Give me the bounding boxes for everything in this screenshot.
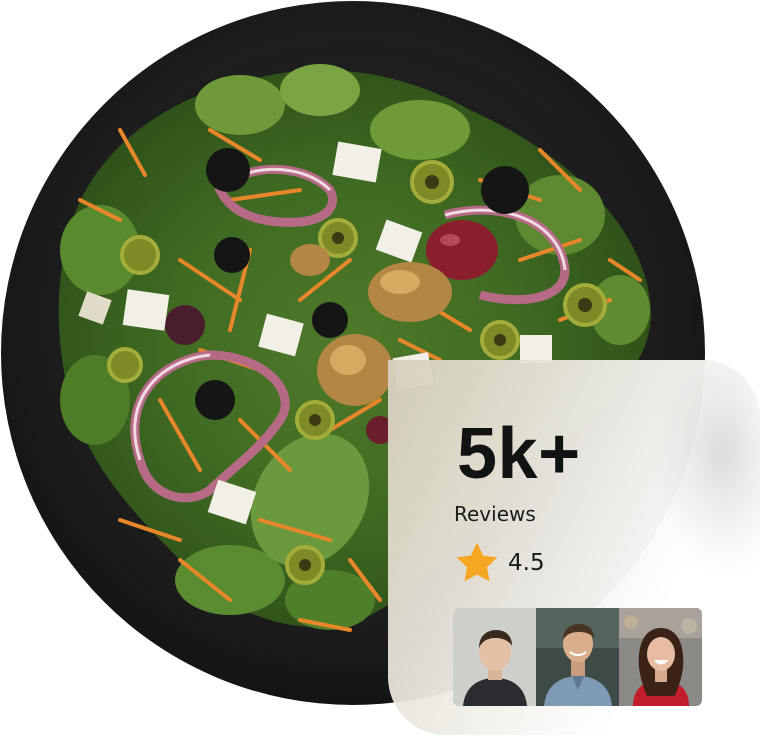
card-glow — [660, 360, 760, 570]
person-avatar — [536, 608, 619, 706]
star-icon — [456, 542, 498, 582]
reviews-label: Reviews — [454, 502, 536, 526]
reviewer-avatars — [453, 608, 702, 706]
hero-section: 5k+ Reviews 4.5 — [0, 0, 767, 741]
reviews-card: 5k+ Reviews 4.5 — [388, 360, 760, 735]
rating-value: 4.5 — [508, 550, 545, 576]
rating-row: 4.5 — [452, 538, 545, 588]
person-avatar — [453, 608, 536, 706]
review-count: 5k+ — [457, 414, 581, 494]
person-avatar — [619, 608, 702, 706]
